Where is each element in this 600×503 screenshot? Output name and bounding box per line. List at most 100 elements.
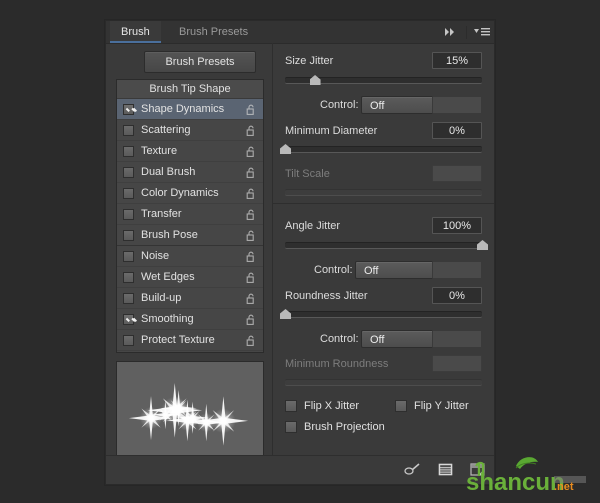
brush-dynamics-list: Brush Tip Shape Shape Dynamics Scatterin… — [116, 79, 264, 353]
lock-open-icon[interactable] — [246, 292, 256, 304]
lock-open-icon[interactable] — [246, 124, 256, 136]
list-item-texture[interactable]: Texture — [117, 141, 263, 162]
lock-open-icon[interactable] — [246, 250, 256, 262]
angle-control-value: Off — [364, 265, 378, 277]
roundness-jitter-label: Roundness Jitter — [285, 290, 368, 302]
checkbox-flip-y-jitter[interactable] — [395, 400, 407, 412]
lock-open-icon[interactable] — [246, 271, 256, 283]
flip-y-jitter-label: Flip Y Jitter — [414, 400, 469, 412]
list-item-dual-brush[interactable]: Dual Brush — [117, 162, 263, 183]
lock-open-icon[interactable] — [246, 229, 256, 241]
tilt-scale-slider — [285, 185, 482, 199]
angle-control-extra-field[interactable] — [432, 261, 482, 279]
slider-track — [285, 242, 482, 249]
tilt-scale-value — [432, 165, 482, 182]
roundness-control-value: Off — [370, 334, 384, 346]
new-brush-preset-icon[interactable] — [436, 461, 454, 478]
list-item-label: Brush Pose — [141, 225, 246, 245]
brush-projection-label: Brush Projection — [304, 421, 385, 433]
checkbox-scattering[interactable] — [123, 125, 134, 136]
lock-open-icon[interactable] — [246, 313, 256, 325]
checkbox-build-up[interactable] — [123, 293, 134, 304]
roundness-control-extra-field[interactable] — [432, 330, 482, 348]
panel-header-icons — [443, 21, 490, 43]
minimum-roundness-value — [432, 355, 482, 372]
list-item-protect-texture[interactable]: Protect Texture — [117, 330, 263, 351]
tab-brush-presets[interactable]: Brush Presets — [168, 21, 259, 43]
minimum-roundness-label: Minimum Roundness — [285, 358, 388, 370]
list-item-wet-edges[interactable]: Wet Edges — [117, 267, 263, 288]
size-jitter-slider[interactable] — [285, 73, 482, 87]
list-item-brush-pose[interactable]: Brush Pose — [117, 225, 263, 246]
roundness-jitter-value[interactable]: 0% — [432, 287, 482, 304]
list-item-label: Shape Dynamics — [141, 99, 246, 119]
panel-tab-bar: Brush Brush Presets — [106, 21, 494, 44]
list-item-label: Build-up — [141, 288, 246, 308]
brush-tip-shape-header[interactable]: Brush Tip Shape — [117, 80, 263, 99]
list-item-build-up[interactable]: Build-up — [117, 288, 263, 309]
roundness-control-label: Control: — [320, 333, 359, 345]
list-item-label: Color Dynamics — [141, 183, 246, 203]
lock-open-icon[interactable] — [246, 187, 256, 199]
tab-brush[interactable]: Brush — [110, 21, 161, 43]
list-item-label: Dual Brush — [141, 162, 246, 182]
list-item-label: Noise — [141, 246, 246, 266]
angle-jitter-slider[interactable] — [285, 238, 482, 252]
checkbox-smoothing[interactable] — [123, 314, 134, 325]
size-control-extra-field[interactable] — [432, 96, 482, 114]
slider-track — [285, 146, 482, 153]
size-jitter-label: Size Jitter — [285, 55, 333, 67]
site-watermark: shancun .net — [458, 452, 598, 500]
checkbox-flip-x-jitter[interactable] — [285, 400, 297, 412]
size-jitter-value[interactable]: 15% — [432, 52, 482, 69]
checkbox-wet-edges[interactable] — [123, 272, 134, 283]
panel-menu-icon[interactable] — [474, 25, 490, 39]
list-item-label: Texture — [141, 141, 246, 161]
minimum-roundness-slider — [285, 375, 482, 389]
flip-x-jitter-label: Flip X Jitter — [304, 400, 359, 412]
lock-open-icon[interactable] — [246, 145, 256, 157]
list-item-shape-dynamics[interactable]: Shape Dynamics — [117, 99, 263, 120]
angle-control-label: Control: — [314, 264, 353, 276]
section-divider — [273, 203, 494, 204]
list-item-scattering[interactable]: Scattering — [117, 120, 263, 141]
tilt-scale-label: Tilt Scale — [285, 168, 330, 180]
flip-y-jitter-row[interactable]: Flip Y Jitter — [395, 400, 469, 412]
list-item-transfer[interactable]: Transfer — [117, 204, 263, 225]
lock-open-icon[interactable] — [246, 166, 256, 178]
brush-toggle-icon[interactable] — [404, 461, 422, 478]
checkbox-color-dynamics[interactable] — [123, 188, 134, 199]
double-arrow-right-icon[interactable] — [443, 25, 459, 39]
roundness-jitter-slider[interactable] — [285, 307, 482, 321]
list-item-smoothing[interactable]: Smoothing — [117, 309, 263, 330]
brush-projection-row[interactable]: Brush Projection — [285, 421, 385, 433]
checkbox-brush-pose[interactable] — [123, 230, 134, 241]
panel-footer — [106, 455, 494, 484]
list-item-color-dynamics[interactable]: Color Dynamics — [117, 183, 263, 204]
right-column: Size Jitter 15% Control: Off Minimum Dia… — [272, 43, 494, 456]
flip-x-jitter-row[interactable]: Flip X Jitter — [285, 400, 359, 412]
slider-track — [285, 189, 482, 196]
brush-presets-button[interactable]: Brush Presets — [144, 51, 256, 73]
checkbox-protect-texture[interactable] — [123, 335, 134, 346]
checkbox-transfer[interactable] — [123, 209, 134, 220]
panel-body: Brush Presets Brush Tip Shape Shape Dyna… — [106, 43, 494, 456]
lock-open-icon[interactable] — [246, 334, 256, 346]
lock-open-icon[interactable] — [246, 103, 256, 115]
angle-jitter-value[interactable]: 100% — [432, 217, 482, 234]
checkbox-shape-dynamics[interactable] — [123, 104, 134, 115]
checkbox-texture[interactable] — [123, 146, 134, 157]
desktop-background: Brush Brush Presets — [0, 0, 600, 500]
lock-open-icon[interactable] — [246, 208, 256, 220]
minimum-diameter-value[interactable]: 0% — [432, 122, 482, 139]
list-item-label: Scattering — [141, 120, 246, 140]
checkbox-dual-brush[interactable] — [123, 167, 134, 178]
list-item-label: Wet Edges — [141, 267, 246, 287]
header-separator — [466, 26, 467, 39]
list-item-label: Protect Texture — [141, 330, 246, 350]
list-item-noise[interactable]: Noise — [117, 246, 263, 267]
watermark-suffix: .net — [554, 476, 586, 493]
minimum-diameter-slider[interactable] — [285, 142, 482, 156]
checkbox-brush-projection[interactable] — [285, 421, 297, 433]
checkbox-noise[interactable] — [123, 251, 134, 262]
